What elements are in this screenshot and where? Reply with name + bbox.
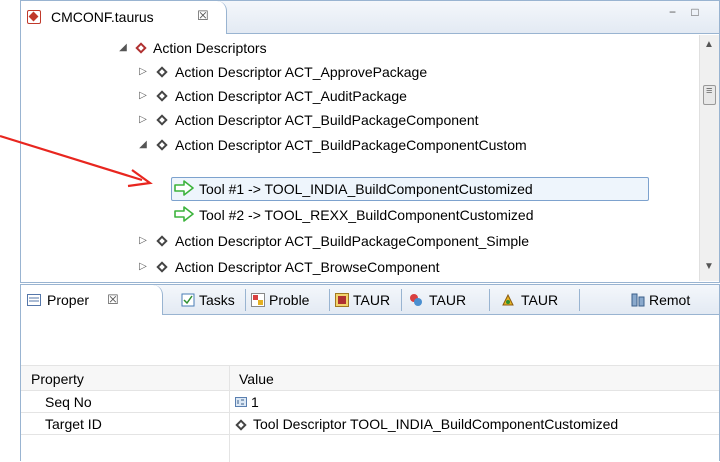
tab-label: Proble [269, 292, 310, 308]
taurus-view-icon [502, 293, 514, 306]
action-descriptor-icon [156, 66, 168, 78]
action-descriptors-icon [135, 42, 147, 54]
tab-taurus-1[interactable]: TAUR [335, 285, 403, 315]
tab-label: TAUR [429, 292, 467, 308]
tree-node-action-descriptors[interactable]: ◢ Action Descriptors [21, 35, 699, 61]
callout-arrow [0, 134, 153, 188]
table-row[interactable]: Seq No 1 [21, 391, 719, 413]
views-panel: Proper ☒ Tasks Proble TAUR TAUR TAUR Rem… [20, 284, 720, 462]
tree-node[interactable]: ▷ Action Descriptor ACT_BuildPackageComp… [21, 228, 699, 254]
minimize-maximize-icons[interactable]: − □ [669, 5, 705, 19]
tab-tasks[interactable]: Tasks [181, 285, 247, 315]
tab-separator [489, 289, 490, 311]
property-value: Tool Descriptor TOOL_INDIA_BuildComponen… [253, 416, 619, 432]
close-icon[interactable]: ☒ [197, 8, 209, 24]
tab-taurus-2[interactable]: TAUR [407, 285, 491, 315]
column-divider[interactable] [229, 365, 230, 462]
tree-node-label: Action Descriptor ACT_BuildPackageCompon… [175, 137, 527, 153]
expand-icon[interactable]: ▷ [137, 59, 149, 85]
expand-icon[interactable]: ▷ [137, 228, 149, 254]
tab-separator [329, 289, 330, 311]
tab-properties[interactable]: Proper ☒ [21, 285, 163, 315]
tab-separator [401, 289, 402, 311]
tab-problems[interactable]: Proble [251, 285, 331, 315]
tab-label: Remot [649, 292, 691, 308]
tab-label: TAUR [521, 292, 559, 308]
taurus-view-icon [410, 294, 422, 306]
tree-node-tool-2[interactable]: Tool #2 -> TOOL_REXX_BuildComponentCusto… [21, 202, 699, 228]
tree-scrollbar[interactable]: ▲ ▼ [699, 35, 719, 281]
number-icon [235, 397, 247, 407]
tab-separator [245, 289, 246, 311]
expand-icon[interactable]: ▷ [137, 83, 149, 109]
tree-node-label: Tool #2 -> TOOL_REXX_BuildComponentCusto… [199, 207, 534, 223]
tab-label: TAUR [353, 292, 391, 308]
properties-icon [27, 294, 41, 306]
tree-node-label: Action Descriptor ACT_BuildPackageCompon… [175, 233, 530, 249]
tab-remote[interactable]: Remot [631, 285, 719, 315]
tab-label: Proper [47, 292, 90, 308]
tree-node-label: Action Descriptor ACT_BrowseComponent [175, 259, 440, 275]
tool-arrow-icon [174, 180, 194, 196]
tree-node-label: Action Descriptor ACT_AuditPackage [175, 88, 407, 104]
tree-node[interactable]: ▷ Action Descriptor ACT_BrowseComponent [21, 254, 699, 280]
tree-node-label: Action Descriptor ACT_ApprovePackage [175, 64, 428, 80]
property-name: Target ID [45, 416, 102, 432]
property-name: Seq No [45, 394, 92, 410]
tool-arrow-icon [174, 206, 194, 222]
taurus-view-icon [335, 293, 349, 307]
column-header-property[interactable]: Property [31, 366, 84, 392]
expand-icon[interactable]: ▷ [137, 254, 149, 280]
table-header-row: Property Value [21, 365, 719, 391]
table-row[interactable]: Target ID Tool Descriptor TOOL_INDIA_Bui… [21, 413, 719, 435]
column-header-value[interactable]: Value [239, 366, 274, 392]
tree-node-label: Tool #1 -> TOOL_INDIA_BuildComponentCust… [199, 181, 533, 197]
tree-node-label: Action Descriptors [153, 40, 267, 56]
tool-descriptor-icon [235, 419, 247, 431]
action-descriptor-icon [156, 261, 168, 273]
editor-tab-label: CMCONF.taurus [51, 9, 154, 25]
view-tabbar: Proper ☒ Tasks Proble TAUR TAUR TAUR Rem… [21, 285, 719, 315]
remote-icon [631, 293, 645, 307]
close-icon[interactable]: ☒ [107, 285, 119, 315]
tree-node-label: Action Descriptor ACT_BuildPackageCompon… [175, 112, 479, 128]
tab-taurus-3[interactable]: TAUR [497, 285, 581, 315]
tasks-icon [181, 293, 195, 307]
action-descriptor-icon [156, 235, 168, 247]
tab-label: Tasks [199, 292, 235, 308]
collapse-icon[interactable]: ◢ [117, 35, 129, 61]
tab-separator [579, 289, 580, 311]
editor-tab-cmconf[interactable]: CMCONF.taurus ☒ [21, 1, 227, 34]
tree-node[interactable]: ▷ Action Descriptor ACT_AuditPackage [21, 83, 699, 109]
taurus-file-icon [27, 10, 41, 24]
scroll-up-icon[interactable]: ▲ [704, 39, 714, 50]
action-descriptor-icon [156, 90, 168, 102]
scrollbar-thumb[interactable] [703, 85, 716, 105]
action-descriptor-icon [156, 114, 168, 126]
scroll-down-icon[interactable]: ▼ [704, 261, 714, 272]
problems-icon [251, 293, 265, 307]
editor-tabbar: CMCONF.taurus ☒ − □ [21, 1, 719, 34]
property-value: 1 [251, 394, 259, 410]
tree-node[interactable]: ▷ Action Descriptor ACT_ApprovePackage [21, 59, 699, 85]
